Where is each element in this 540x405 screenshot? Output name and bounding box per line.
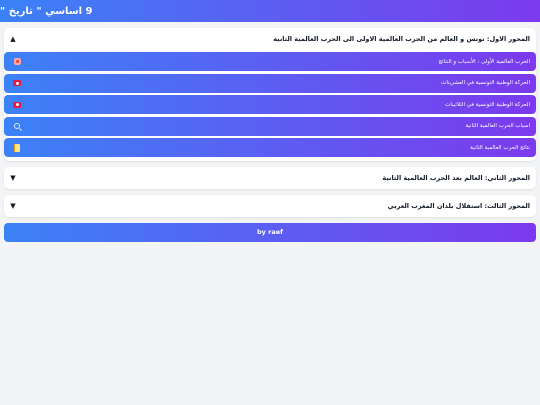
- magnifier-icon: [12, 121, 22, 131]
- section-axis-1-header[interactable]: ▲ المحور الاول: تونس و العالم من الحرب ا…: [4, 28, 536, 50]
- page-title: 9 اساسي " تاريخ ": [0, 5, 93, 17]
- main-content: ▲ المحور الاول: تونس و العالم من الحرب ا…: [0, 22, 540, 242]
- chevron-up-icon[interactable]: ▲: [8, 35, 18, 43]
- lesson-item-label: الحركة الوطنية التونسية في الثلاثينات: [445, 101, 530, 108]
- lesson-item-label: الحرب العالمية الأولى : الأسباب و النتائ…: [438, 58, 530, 65]
- section-axis-2-header[interactable]: ▼ المحور الثاني: العالم بعد الحرب العالم…: [4, 167, 536, 189]
- section-axis-3: ▼ المحور الثالث: استقلال بلدان المغرب ال…: [4, 194, 536, 217]
- scroll-icon: [12, 143, 22, 153]
- app-header: 9 اساسي " تاريخ ": [0, 0, 540, 22]
- chevron-down-icon[interactable]: ▼: [8, 174, 18, 182]
- tunisia-flag-icon: [12, 100, 22, 110]
- lesson-item-ww2-causes[interactable]: اسباب الحرب العالمية الثانية: [4, 116, 536, 136]
- lesson-item-label: نتائج الحرب العالمية الثانية: [470, 144, 530, 151]
- lesson-item-ww2-results[interactable]: نتائج الحرب العالمية الثانية: [4, 138, 536, 157]
- alarm-icon: [12, 57, 22, 67]
- author-credit-button[interactable]: by raef: [4, 222, 536, 242]
- author-credit-label: by raef: [257, 228, 283, 236]
- lesson-item-ww1[interactable]: الحرب العالمية الأولى : الأسباب و النتائ…: [4, 52, 536, 71]
- lesson-item-national-movement-20s[interactable]: الحركة الوطنية التونسية في العشرينات: [4, 73, 536, 93]
- lesson-item-label: اسباب الحرب العالمية الثانية: [465, 123, 530, 129]
- lesson-item-national-movement-30s[interactable]: الحركة الوطنية التونسية في الثلاثينات: [4, 95, 536, 114]
- section-axis-3-header[interactable]: ▼ المحور الثالث: استقلال بلدان المغرب ال…: [4, 195, 536, 217]
- section-axis-2: ▼ المحور الثاني: العالم بعد الحرب العالم…: [4, 166, 536, 189]
- section-axis-3-title: المحور الثالث: استقلال بلدان المغرب العر…: [387, 201, 530, 210]
- section-axis-1: ▲ المحور الاول: تونس و العالم من الحرب ا…: [4, 28, 536, 161]
- section-axis-1-title: المحور الاول: تونس و العالم من الحرب الع…: [273, 35, 530, 43]
- tunisia-flag-icon: [12, 78, 22, 88]
- section-axis-2-title: المحور الثاني: العالم بعد الحرب العالمية…: [382, 173, 530, 182]
- section-axis-1-items: الحرب العالمية الأولى : الأسباب و النتائ…: [4, 50, 536, 161]
- chevron-down-icon[interactable]: ▼: [8, 202, 18, 210]
- lesson-item-label: الحركة الوطنية التونسية في العشرينات: [441, 80, 530, 86]
